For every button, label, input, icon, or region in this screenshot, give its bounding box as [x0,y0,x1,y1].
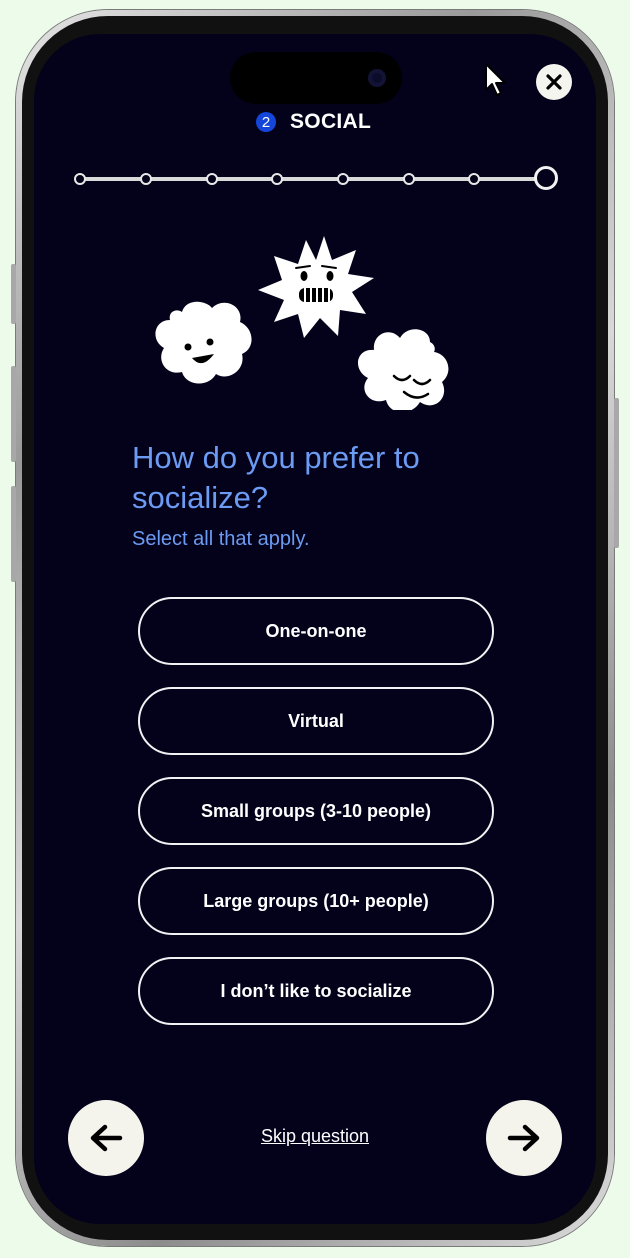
option-virtual[interactable]: Virtual [138,687,494,755]
option-large-groups[interactable]: Large groups (10+ people) [138,867,494,935]
mouse-cursor-icon [485,63,506,96]
arrow-left-icon [90,1124,123,1152]
app-screen: 2 SOCIAL How do you prefer to socialize?… [34,34,596,1224]
progress-step [140,173,152,185]
progress-step [206,173,218,185]
question-title: How do you prefer to socialize? [132,440,420,515]
side-button-volume-up [11,366,16,462]
option-dont-socialize[interactable]: I don’t like to socialize [138,957,494,1025]
progress-step [468,173,480,185]
dynamic-island [230,52,402,104]
progress-step [74,173,86,185]
close-button[interactable] [536,64,572,100]
progress-step [271,173,283,185]
sleepy-cloud-character-icon [358,329,449,410]
back-button[interactable] [68,1100,144,1176]
option-one-on-one[interactable]: One-on-one [138,597,494,665]
close-icon [546,74,562,90]
social-characters-illustration [155,236,449,410]
next-button[interactable] [486,1100,562,1176]
progress-step-current [534,166,558,190]
section-title: SOCIAL [290,110,372,133]
progress-bar [74,166,562,192]
happy-flower-character-icon [155,301,252,384]
side-button-volume-down [11,486,16,582]
side-button-power [614,398,619,548]
progress-step [403,173,415,185]
section-header: 2 SOCIAL [256,110,371,134]
progress-step [337,173,349,185]
option-small-groups[interactable]: Small groups (3-10 people) [138,777,494,845]
grinning-spiky-character-icon [258,236,374,338]
question-subtitle: Select all that apply. [132,528,310,550]
answer-options: One-on-one Virtual Small groups (3-10 pe… [138,597,494,1047]
section-number-badge: 2 [256,112,276,132]
side-button-mute [11,264,16,324]
skip-question-link[interactable]: Skip question [254,1126,376,1147]
arrow-right-icon [507,1124,540,1152]
camera-icon [368,69,386,87]
